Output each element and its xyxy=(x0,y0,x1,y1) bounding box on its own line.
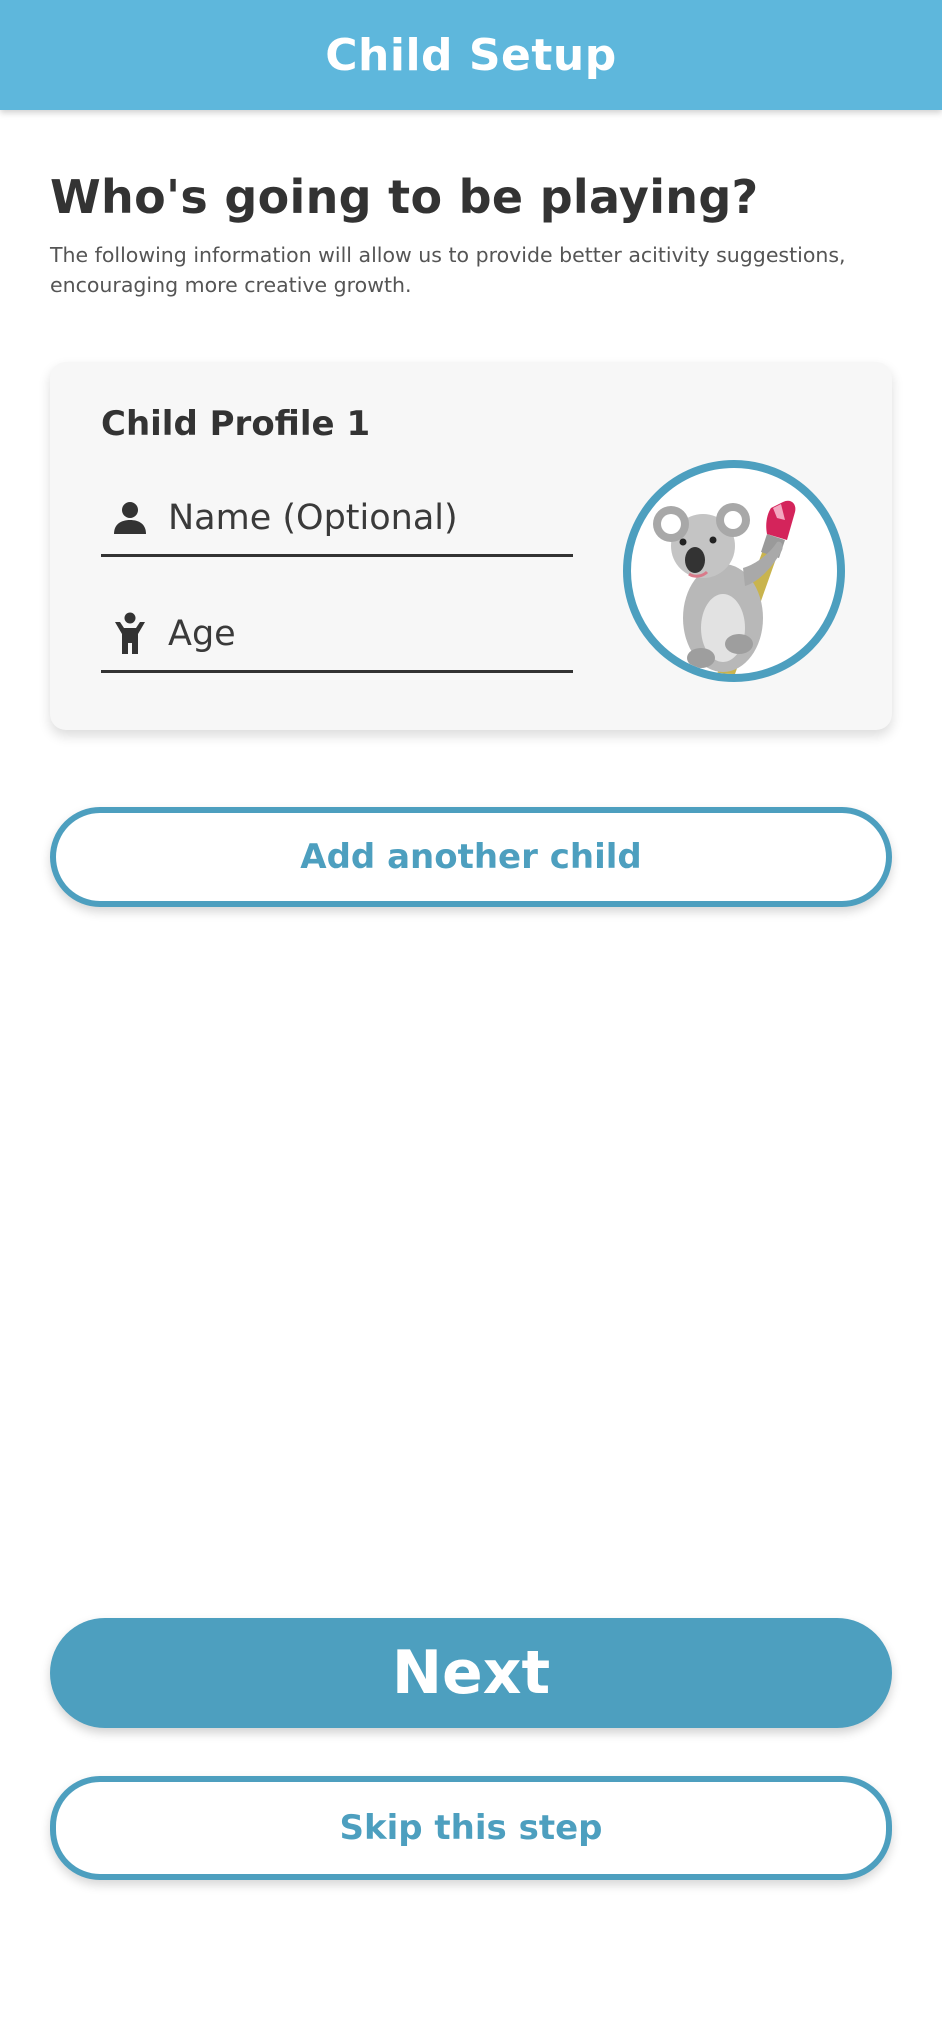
skip-step-button[interactable]: Skip this step xyxy=(50,1776,892,1880)
page-subtitle: The following information will allow us … xyxy=(50,243,846,297)
person-icon xyxy=(106,494,154,542)
name-input[interactable] xyxy=(168,498,558,538)
name-field[interactable] xyxy=(101,482,573,557)
add-another-child-button[interactable]: Add another child xyxy=(50,807,892,907)
child-icon xyxy=(106,610,154,658)
age-input[interactable] xyxy=(168,614,558,654)
page-heading: Who's going to be playing? xyxy=(50,170,759,224)
koala-painter-avatar xyxy=(653,500,796,674)
next-button[interactable]: Next xyxy=(50,1618,892,1728)
child-avatar[interactable] xyxy=(623,460,845,682)
age-field[interactable] xyxy=(101,598,573,673)
app-bar-title: Child Setup xyxy=(325,29,617,81)
child-profile-title: Child Profile 1 xyxy=(101,404,371,444)
child-profile-card: Child Profile 1 xyxy=(50,362,892,730)
app-bar: Child Setup xyxy=(0,0,942,110)
